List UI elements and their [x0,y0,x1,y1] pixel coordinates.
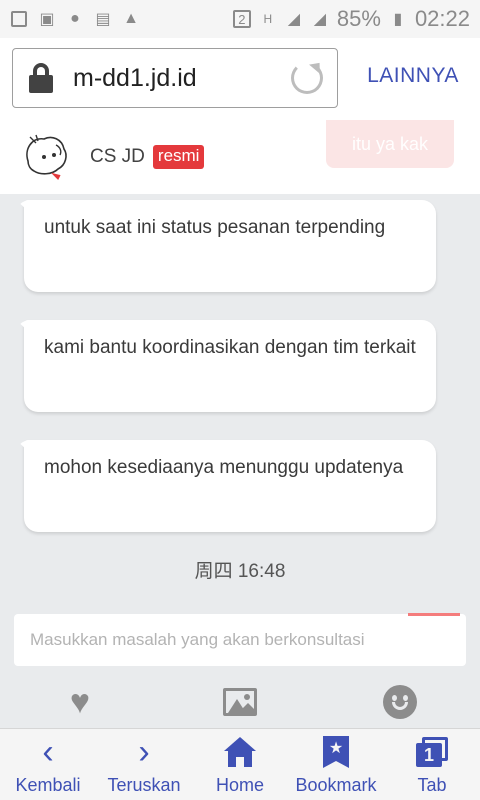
wifi-icon: ▣ [39,11,55,28]
message-toast: itu ya kak [326,120,454,168]
message-input[interactable] [30,630,450,650]
official-badge: resmi [152,145,205,169]
nav-forward-button[interactable]: › Teruskan [96,729,192,800]
chat-message: mohon kesediaanya menunggu updatenya [24,440,436,532]
sim-badge: 2 [232,10,251,28]
message-input-container [14,613,466,666]
more-menu-button[interactable]: LAINNYA [358,64,468,88]
image-icon[interactable] [220,682,260,722]
browser-bottom-nav: ‹ Kembali › Teruskan Home ★ Bookmark 1 T… [0,728,480,800]
message-timestamp: 周四 16:48 [194,561,286,582]
emoji-icon[interactable] [380,682,420,722]
notification-icons: ▣ ● ▤ ▲ [10,10,140,28]
warning-icon: ▲ [123,10,139,27]
nav-home-button[interactable]: Home [192,729,288,800]
agent-avatar [22,131,70,183]
image-notification-icon [10,10,28,28]
home-icon [224,737,256,767]
battery-percent: 85% [336,6,381,31]
url-bar[interactable]: m-dd1.jd.id [12,48,338,108]
reload-icon[interactable] [291,62,323,94]
nav-back-button[interactable]: ‹ Kembali [0,729,96,800]
chat-message: kami bantu koordinasikan dengan tim terk… [24,320,436,412]
lock-icon [27,63,55,93]
chat-message: untuk saat ini status pesanan terpending [24,200,436,292]
browser-toolbar: m-dd1.jd.id LAINNYA [0,38,480,120]
battery-icon: ▮ [393,11,403,28]
chevron-left-icon: ‹ [42,733,54,771]
tab-count: 1 [416,743,442,767]
nav-bookmark-button[interactable]: ★ Bookmark [288,729,384,800]
nav-home-label: Home [215,775,264,795]
system-indicators: 2 H ◢ ◢ 85% ▮ 02:22 [232,6,470,32]
signal-icon-2: ◢ [313,11,327,28]
tabs-icon: 1 [416,737,448,767]
nav-tab-label: Tab [417,775,447,795]
gift-icon: ▤ [95,11,111,28]
url-text[interactable]: m-dd1.jd.id [73,64,291,93]
chat-tools: ♥ [0,676,480,728]
bookmark-icon: ★ [323,736,349,768]
agent-name: CS JD [90,146,145,167]
clock: 02:22 [414,6,470,31]
nav-bookmark-label: Bookmark [295,775,377,795]
signal-icon: ◢ [287,11,301,28]
nav-forward-label: Teruskan [107,775,181,795]
network-type: H [263,12,273,26]
chat-header: CS JD resmi itu ya kak [0,120,480,194]
messenger-icon: ● [70,10,80,27]
status-bar: ▣ ● ▤ ▲ 2 H ◢ ◢ 85% ▮ 02:22 [0,0,480,38]
nav-back-label: Kembali [15,775,81,795]
heart-icon[interactable]: ♥ [60,682,100,722]
nav-tab-button[interactable]: 1 Tab [384,729,480,800]
chevron-right-icon: › [138,733,150,771]
